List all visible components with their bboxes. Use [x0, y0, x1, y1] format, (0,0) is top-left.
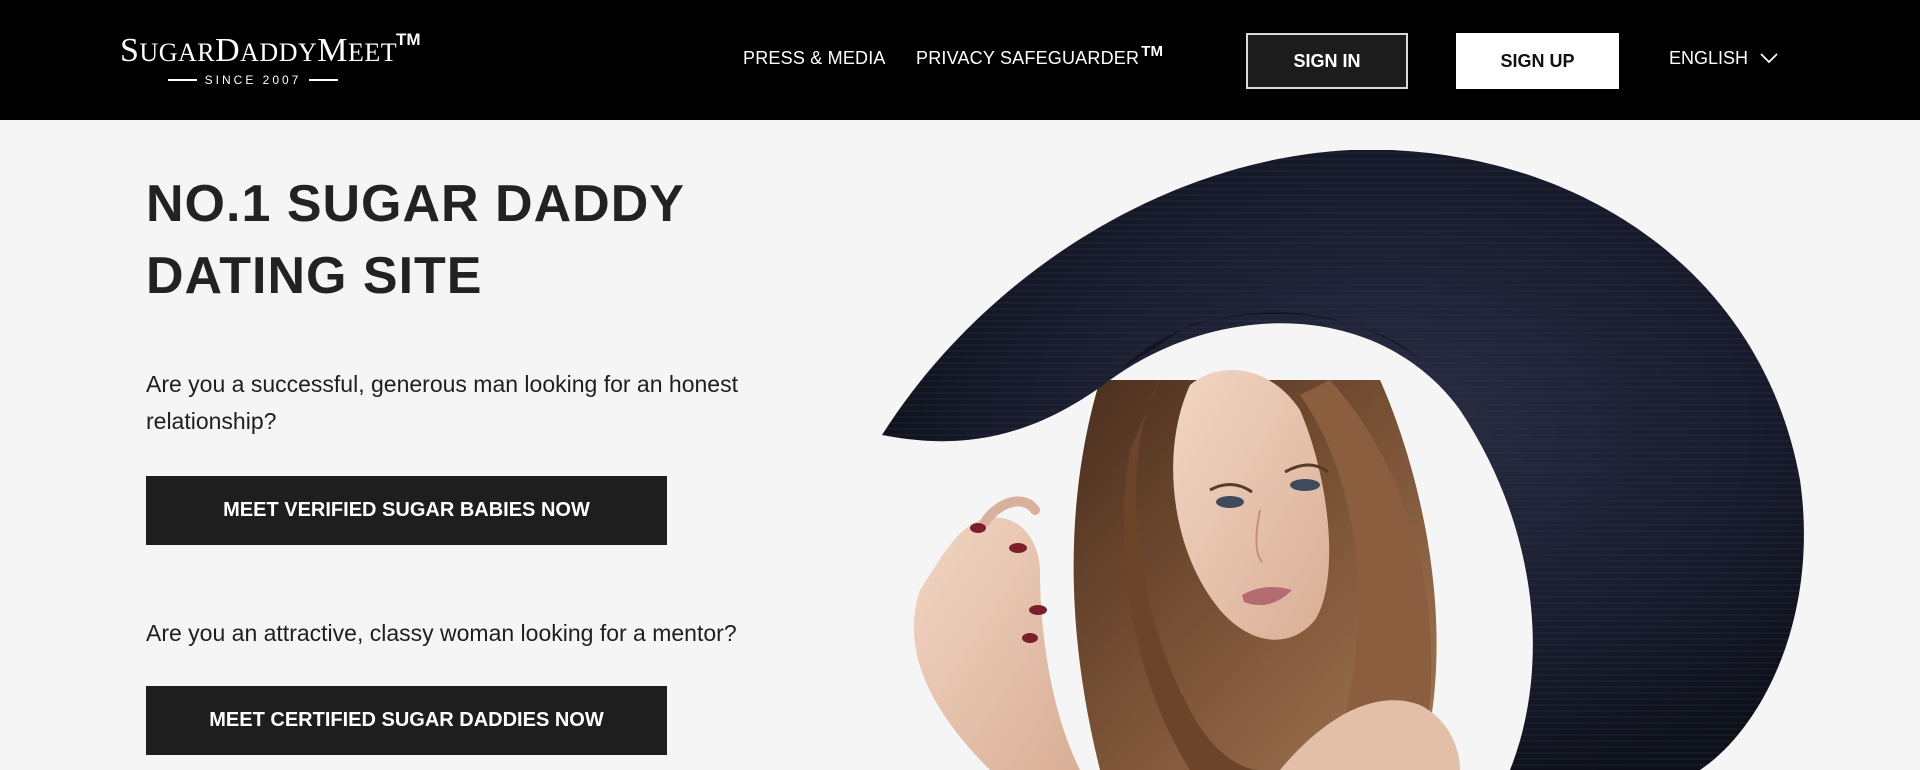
nav-press-media[interactable]: PRESS & MEDIA: [743, 46, 886, 70]
sign-up-button[interactable]: SIGN UP: [1456, 33, 1619, 89]
question-women: Are you an attractive, classy woman look…: [146, 620, 737, 646]
top-navigation-bar: SUGARDADDYMEET TM SINCE 2007 PRESS & MED…: [0, 0, 1920, 120]
hero-title-line-1: NO.1 SUGAR DADDY: [146, 175, 685, 233]
language-selector[interactable]: ENGLISH: [1669, 46, 1778, 70]
logo-wordmark: SUGARDADDYMEET: [120, 30, 397, 73]
logo-letters: ADDY: [240, 38, 318, 67]
meet-sugar-daddies-button[interactable]: MEET CERTIFIED SUGAR DADDIES NOW: [146, 686, 667, 755]
question-men: Are you a successful, generous man looki…: [146, 371, 738, 434]
hero-woman-photo: [882, 150, 1804, 770]
tagline-rule-right: [309, 79, 339, 81]
nav-privacy-label: PRIVACY SAFEGUARDER: [916, 48, 1140, 68]
logo-tagline-text: SINCE 2007: [204, 73, 302, 87]
logo-letters: EET: [348, 38, 398, 67]
site-logo[interactable]: SUGARDADDYMEET TM SINCE 2007: [120, 30, 425, 90]
logo-letter: D: [215, 32, 241, 69]
logo-tagline: SINCE 2007: [168, 73, 339, 87]
hero-title-line-2: DATING SITE: [146, 247, 483, 305]
logo-trademark: TM: [396, 30, 421, 49]
hero-title: NO.1 SUGAR DADDY DATING SITE: [146, 168, 706, 312]
sign-in-button[interactable]: SIGN IN: [1246, 33, 1408, 89]
meet-sugar-babies-button[interactable]: MEET VERIFIED SUGAR BABIES NOW: [146, 476, 667, 545]
logo-letter: M: [317, 32, 348, 69]
chevron-down-icon: [1760, 52, 1778, 63]
logo-letters: UGAR: [139, 38, 216, 67]
language-selected: ENGLISH: [1669, 48, 1749, 68]
privacy-trademark: TM: [1141, 43, 1164, 60]
tagline-rule-left: [168, 79, 197, 81]
logo-letter: S: [120, 32, 140, 69]
nav-privacy-safeguarder[interactable]: PRIVACY SAFEGUARDER TM: [916, 43, 1164, 72]
